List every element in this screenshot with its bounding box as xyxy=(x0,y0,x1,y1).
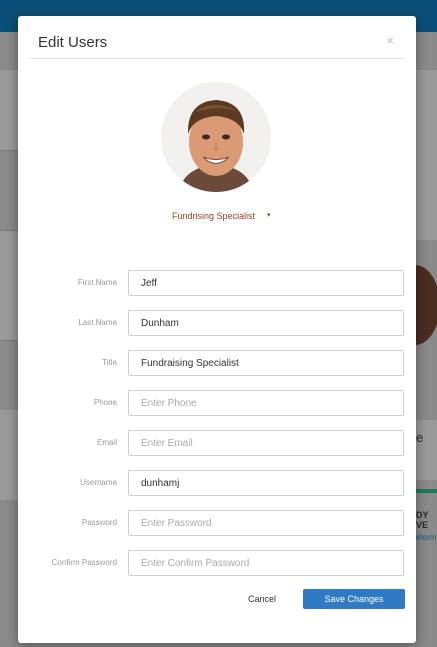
form-row-phone: Phone xyxy=(18,390,416,416)
phone-field[interactable] xyxy=(128,390,404,416)
background-panel xyxy=(0,410,18,500)
last-name-label: Last Name xyxy=(78,318,117,327)
modal-title: Edit Users xyxy=(38,34,108,51)
form-row-confirm-password: Confirm Password xyxy=(18,550,416,576)
background-text: DY VE xyxy=(416,510,429,530)
background-link: eterm xyxy=(416,533,437,542)
background-panel xyxy=(0,70,18,150)
title-label: Title xyxy=(102,358,117,367)
phone-label: Phone xyxy=(93,398,117,407)
modal-header: Edit Users × xyxy=(30,16,404,59)
cancel-button[interactable]: Cancel xyxy=(237,591,287,607)
close-icon[interactable]: × xyxy=(386,34,394,48)
background-panel xyxy=(0,230,18,340)
email-field[interactable] xyxy=(128,430,404,456)
role-dropdown[interactable]: Fundrising Specialist xyxy=(172,211,255,221)
password-field[interactable] xyxy=(128,510,404,536)
title-field[interactable] xyxy=(128,350,404,376)
form-row-first-name: First Name xyxy=(18,270,416,296)
background-text: e xyxy=(416,430,424,445)
username-field[interactable] xyxy=(128,470,404,496)
first-name-label: First Name xyxy=(77,278,117,287)
form-row-email: Email xyxy=(18,430,416,456)
form-row-title: Title xyxy=(18,350,416,376)
form-row-password: Password xyxy=(18,510,416,536)
password-label: Password xyxy=(81,518,117,527)
edit-users-modal: Edit Users × Fundrising Specialist ▾ Fir… xyxy=(18,16,416,643)
first-name-field[interactable] xyxy=(128,270,404,296)
avatar xyxy=(161,82,271,192)
username-label: Username xyxy=(80,478,117,487)
confirm-password-field[interactable] xyxy=(128,550,404,576)
background-divider xyxy=(0,230,18,231)
last-name-field[interactable] xyxy=(128,310,404,336)
background-progress-bar xyxy=(416,489,437,493)
form-row-username: Username xyxy=(18,470,416,496)
confirm-password-label: Confirm Password xyxy=(51,558,117,567)
chevron-down-icon[interactable]: ▾ xyxy=(267,211,271,219)
background-divider xyxy=(0,340,18,341)
form-row-last-name: Last Name xyxy=(18,310,416,336)
background-panel xyxy=(416,70,437,240)
save-changes-button[interactable]: Save Changes xyxy=(303,589,405,609)
email-label: Email xyxy=(96,438,117,447)
user-photo xyxy=(161,82,271,192)
background-panel xyxy=(416,420,437,480)
background-divider xyxy=(0,150,18,151)
